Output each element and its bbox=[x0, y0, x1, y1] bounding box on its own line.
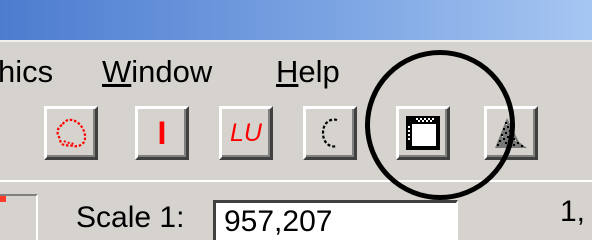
menu-window-label: indow bbox=[131, 54, 213, 89]
status-indicator bbox=[0, 194, 38, 240]
lasso-select-button[interactable] bbox=[44, 106, 98, 160]
i-tool-button[interactable]: I bbox=[135, 106, 189, 160]
density-tool-button[interactable] bbox=[484, 106, 538, 160]
toolbar: I LU bbox=[0, 102, 592, 174]
lasso-icon bbox=[56, 118, 87, 148]
c-icon bbox=[321, 118, 338, 148]
menu-window-mnemonic: W bbox=[102, 54, 132, 89]
lu-tool-button[interactable]: LU bbox=[219, 106, 273, 160]
window-icon bbox=[406, 116, 440, 150]
menu-graphics-label: hics bbox=[0, 54, 54, 89]
menu-help-mnemonic: H bbox=[276, 54, 299, 89]
scale-label: Scale 1: bbox=[76, 201, 185, 234]
menu-window[interactable]: Window bbox=[102, 46, 212, 98]
status-bar: Scale 1: 957,207 1, bbox=[0, 174, 592, 240]
window-tool-button[interactable] bbox=[396, 106, 450, 160]
c-tool-button[interactable] bbox=[303, 106, 357, 160]
menu-help-label: elp bbox=[298, 54, 340, 89]
i-icon: I bbox=[157, 115, 167, 151]
status-coordinate: 1, bbox=[560, 195, 586, 228]
lu-icon: LU bbox=[230, 118, 262, 147]
menu-graphics[interactable]: hics bbox=[0, 46, 53, 98]
menu-bar: hics Window Help bbox=[0, 42, 592, 102]
menu-help[interactable]: Help bbox=[276, 46, 340, 98]
scale-input[interactable]: 957,207 bbox=[213, 200, 458, 240]
title-bar bbox=[0, 0, 592, 42]
density-icon bbox=[495, 118, 527, 148]
